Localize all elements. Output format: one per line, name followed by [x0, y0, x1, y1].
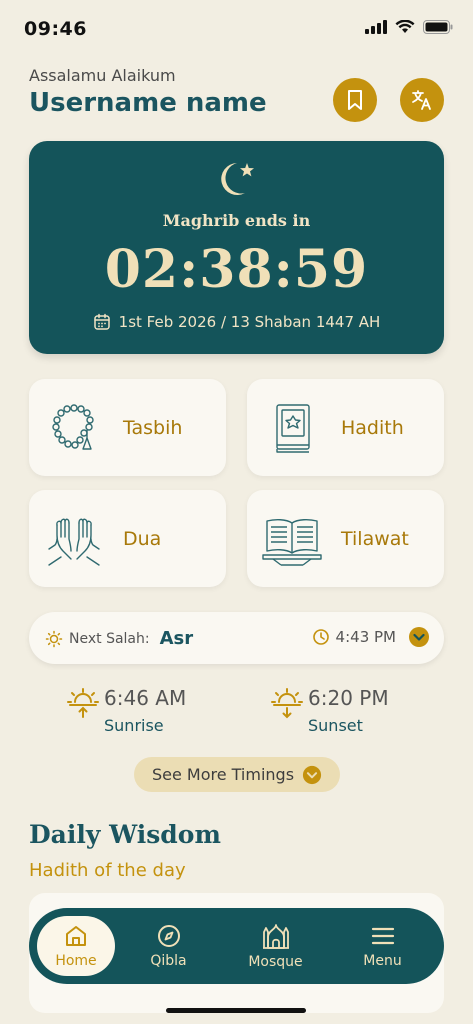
- bookmark-icon: [348, 90, 362, 110]
- sunrise-time: 6:46 AM: [104, 686, 187, 710]
- wifi-icon: [395, 20, 415, 33]
- greeting-text: Assalamu Alaikum: [29, 66, 176, 85]
- nav-item-qibla[interactable]: Qibla: [115, 916, 222, 976]
- username-title: Username name: [29, 88, 267, 118]
- feature-label: Tilawat: [341, 527, 409, 550]
- sunrise-icon: [67, 688, 99, 718]
- sun-icon: [45, 630, 63, 647]
- sunrise-block: 6:46 AM Sunrise: [66, 686, 186, 735]
- compass-icon: [157, 925, 180, 947]
- countdown-timer: 02:38:59: [104, 239, 369, 300]
- next-salah-prefix: Next Salah:: [69, 630, 150, 647]
- feature-card-tilawat[interactable]: Tilawat: [247, 490, 444, 587]
- nav-label: Qibla: [150, 953, 187, 969]
- daily-wisdom-heading: Daily Wisdom: [29, 820, 221, 849]
- dua-hands-icon: [41, 511, 107, 567]
- feature-label: Tasbih: [123, 416, 183, 439]
- feature-card-dua[interactable]: Dua: [29, 490, 226, 587]
- home-indicator: [166, 1008, 306, 1013]
- next-salah-time: 4:43 PM: [335, 628, 396, 646]
- tasbih-icon: [41, 400, 107, 456]
- nav-label: Menu: [363, 953, 402, 969]
- calendar-icon: [93, 313, 110, 330]
- chevron-down-icon[interactable]: [408, 626, 430, 648]
- battery-icon: [423, 20, 453, 34]
- hadith-book-icon: [259, 400, 325, 456]
- nav-item-mosque[interactable]: Mosque: [222, 916, 329, 976]
- status-time: 09:46: [24, 18, 87, 40]
- home-icon: [66, 926, 86, 946]
- nav-item-home[interactable]: Home: [37, 916, 115, 976]
- crescent-star-icon: [220, 163, 254, 195]
- bookmark-button[interactable]: [333, 78, 377, 122]
- feature-label: Dua: [123, 527, 162, 550]
- nav-item-menu[interactable]: Menu: [329, 916, 436, 976]
- quran-stand-icon: [259, 511, 325, 567]
- signal-icon: [365, 20, 387, 34]
- nav-label: Home: [55, 953, 97, 969]
- date-row: 1st Feb 2026 / 13 Shaban 1447 AH: [29, 313, 444, 331]
- next-salah-time-group: 4:43 PM: [312, 626, 430, 648]
- next-salah-bar[interactable]: Next Salah: Asr 4:43 PM: [29, 612, 444, 664]
- date-text: 1st Feb 2026 / 13 Shaban 1447 AH: [118, 313, 381, 331]
- translate-icon: [412, 90, 431, 110]
- sunset-label: Sunset: [308, 716, 363, 735]
- nav-label: Mosque: [248, 954, 303, 970]
- see-more-timings-button[interactable]: See More Timings: [134, 757, 340, 792]
- sunrise-label: Sunrise: [104, 716, 164, 735]
- mosque-icon: [262, 924, 289, 949]
- sunset-time: 6:20 PM: [308, 686, 389, 710]
- bottom-navigation: Home Qibla Mosque Menu: [29, 908, 444, 984]
- language-button[interactable]: [400, 78, 444, 122]
- feature-card-hadith[interactable]: Hadith: [247, 379, 444, 476]
- feature-card-tasbih[interactable]: Tasbih: [29, 379, 226, 476]
- feature-label: Hadith: [341, 416, 404, 439]
- prayer-countdown-card[interactable]: Maghrib ends in 02:38:59 1st Feb 2026 / …: [29, 141, 444, 354]
- see-more-timings-label: See More Timings: [151, 765, 295, 784]
- clock-icon: [312, 629, 329, 645]
- menu-icon: [371, 927, 394, 945]
- countdown-label: Maghrib ends in: [162, 211, 311, 230]
- status-icons: [365, 20, 453, 34]
- daily-wisdom-subtitle: Hadith of the day: [29, 860, 186, 881]
- chevron-down-icon: [302, 765, 322, 784]
- next-salah-info: Next Salah: Asr: [45, 628, 193, 649]
- sunset-icon: [271, 688, 303, 719]
- sunset-block: 6:20 PM Sunset: [270, 686, 389, 735]
- next-salah-name: Asr: [159, 628, 194, 649]
